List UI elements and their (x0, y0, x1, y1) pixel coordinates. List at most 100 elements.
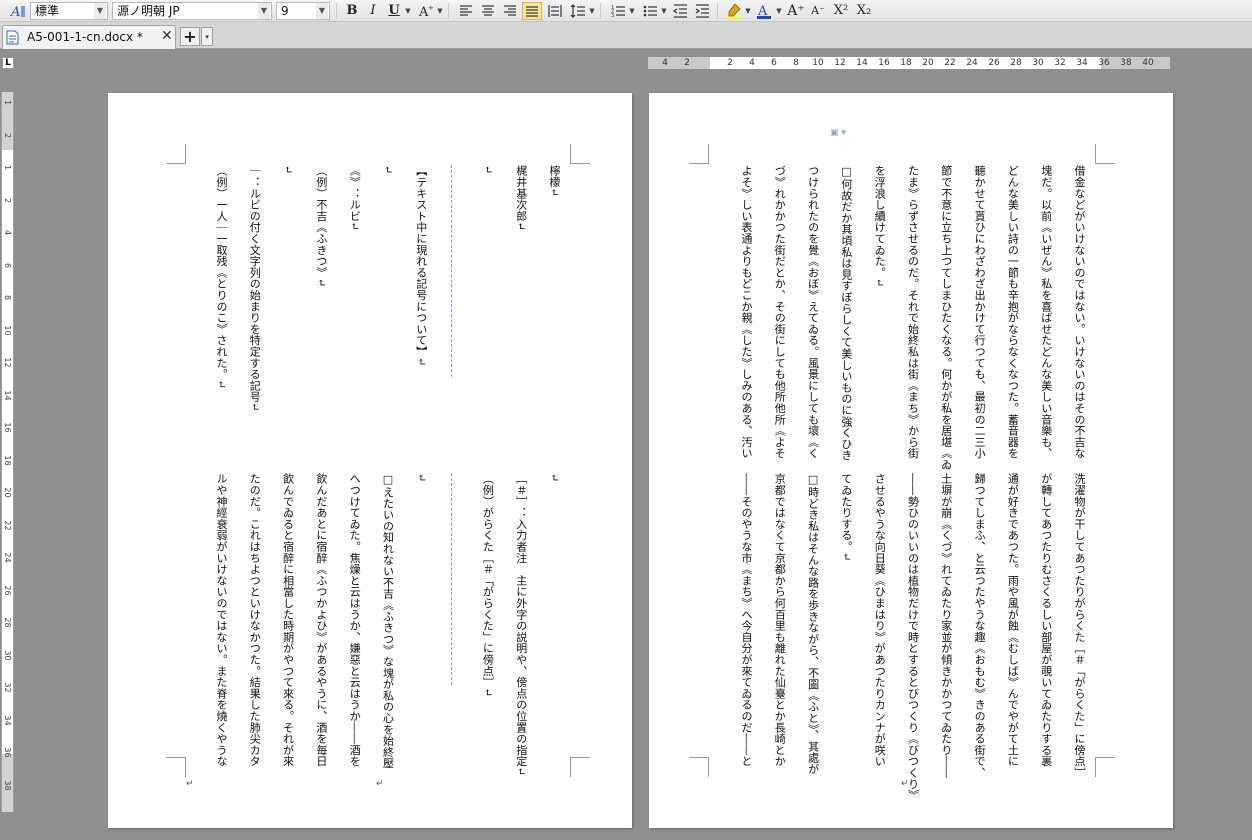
ruler-tick-label: 16 (878, 58, 890, 68)
document-tab-bar: A5-001-1-cn.docx * ✕ + ▾ (0, 22, 1252, 49)
text-column: □何故だか其頃私は見すぼらしくて美しいものに強くひき (839, 165, 853, 461)
text-column: （例）一人｜一取残《とりのこ》された。↵ (215, 165, 228, 390)
ruler-tick-label: 36 (1098, 58, 1110, 68)
text-column: ↵ (481, 165, 495, 175)
text-column: 洗濯物が干してあつたりがらくた［＃「がらくた」に傍点］ (1073, 473, 1086, 779)
bullet-list-icon[interactable] (640, 2, 660, 20)
ruler-tick-label: 22 (3, 519, 12, 531)
ruler-tick-label: 38 (3, 779, 12, 791)
align-center-icon[interactable] (478, 2, 498, 20)
text-column: 聽かせて貰ひにわざわざ出かけて行つても、最初の二三小 (973, 165, 987, 459)
paragraph-style-select[interactable]: 標準 ▼ (30, 2, 108, 20)
close-icon[interactable]: ✕ (161, 28, 173, 44)
shrink-font-button[interactable]: A⁻ (808, 2, 828, 20)
highlight-dropdown-arrow[interactable]: ▼ (744, 2, 752, 20)
text-column: ［＃］：入力者注 主に外字の説明や、傍点の位置の指定↵ (514, 473, 528, 777)
crop-mark (166, 757, 186, 777)
text-column: ｜：ルビの付く文字列の始まりを特定する記号↵ (248, 165, 262, 412)
ruler-tick-label: 2 (684, 58, 690, 68)
svg-text:+: + (428, 4, 434, 12)
text-column: を浮浪し續けてゐた。↵ (873, 165, 887, 288)
text-column: 通が好きであつた。雨や風が蝕《むしば》んでやがて土に (1006, 473, 1020, 767)
tab-menu-button[interactable]: ▾ (201, 27, 213, 46)
ruler-tick-label: 10 (3, 324, 12, 336)
horizontal-ruler[interactable]: 4 2 2 4 6 8 10 12 14 16 18 20 22 24 26 28 30 32 34 36 38 40 (648, 57, 1170, 69)
numbered-list-dropdown-arrow[interactable]: ▼ (628, 2, 636, 20)
vertical-ruler[interactable]: 1 2 1 2 4 6 8 10 12 14 16 18 20 22 24 26 28 30 32 34 36 38 (1, 92, 14, 812)
align-left-icon[interactable] (456, 2, 476, 20)
underline-button[interactable]: U (384, 2, 404, 20)
font-color-icon[interactable]: A (754, 2, 774, 20)
text-column: ↵ (414, 473, 428, 483)
italic-button[interactable]: I (363, 2, 383, 20)
text-column: 塊だ。以前《いぜん》私を喜ばせたどんな美しい音樂も、 (1039, 165, 1053, 459)
line-spacing-dropdown-arrow[interactable]: ▼ (588, 2, 596, 20)
ruler-tick-label: 32 (1054, 58, 1066, 68)
paragraph-mark: ↵ (186, 779, 194, 789)
ruler-tick-label: 20 (3, 487, 12, 498)
crop-mark (689, 144, 709, 164)
svg-text:A: A (10, 5, 20, 19)
chevron-down-icon[interactable]: ▼ (94, 3, 106, 19)
text-column: ↵ (548, 473, 561, 483)
toolbar-divider (600, 3, 601, 19)
ruler-tick-label: 10 (812, 58, 824, 68)
page-right[interactable]: ▣ ▾ ↵ 借金などがいけないのではない。いけないのはその不吉な 塊だ。以前《いぜ… (649, 93, 1173, 828)
underline-dropdown-arrow[interactable]: ▼ (404, 2, 412, 20)
ruler-tick-label: 30 (3, 649, 12, 661)
crop-mark (1095, 757, 1115, 777)
text-column: どんな美しい詩の一節も辛抱がならなくなつた。蓄音器を (1006, 165, 1020, 459)
text-column: ――そのやうな市《まち》へ今自分が來てゐるのだ――と (740, 473, 753, 767)
toolbar-divider (336, 3, 337, 19)
text-column: 節で不意に立ち上つてしまひたくなる。何かが私を居堪《ゐ (939, 165, 953, 471)
decrease-indent-icon[interactable] (670, 2, 690, 20)
highlighter-icon[interactable] (724, 2, 744, 20)
crop-mark (689, 757, 709, 777)
increase-indent-icon[interactable] (692, 2, 712, 20)
new-tab-button[interactable]: + (180, 27, 200, 46)
text-column: ルや神經衰弱がいけないのではない。また脊を燒くやうな (215, 473, 228, 767)
ruler-tick-label: 6 (771, 58, 777, 68)
text-column: てゐたりする。↵ (839, 473, 853, 562)
text-column: 《》：ルビ↵ (348, 165, 362, 232)
ruler-tick-label: 2 (3, 197, 12, 203)
ruler-tick-label: 12 (834, 58, 846, 68)
superscript-button[interactable]: X² (830, 2, 852, 20)
ruler-tick-label: 12 (3, 357, 12, 368)
paste-options-icon[interactable]: ▣ ▾ (830, 127, 852, 139)
align-right-icon[interactable] (500, 2, 520, 20)
paragraph-style-value: 標準 (35, 4, 60, 18)
font-color-dropdown-arrow[interactable]: ▼ (775, 2, 783, 20)
text-column: ――勢ひのいいのは植物だけで時とするとびつくり《びつくり》 (906, 473, 920, 801)
chevron-down-icon[interactable]: ▼ (316, 3, 328, 19)
svg-text:3: 3 (611, 13, 614, 19)
subscript-button[interactable]: X₂ (853, 2, 875, 20)
ruler-tick-label: 34 (1076, 58, 1088, 68)
justify-icon[interactable] (522, 2, 542, 20)
bold-button[interactable]: B (342, 2, 362, 20)
text-column: 【テキスト中に現れる記号について】↵ (414, 165, 428, 367)
font-size-select[interactable]: 9 ▼ (276, 2, 330, 20)
chevron-down-icon[interactable]: ▼ (258, 3, 270, 19)
page-left[interactable]: ↵ ↵ 檸檬↵ 梶井基次郎↵ ↵ 【テキスト中に現れる記号について】↵ ↵ 《》：ルビ↵ （… (108, 93, 632, 828)
text-column: 土塀が崩《くづ》れてゐたり家並が傾きかかつてゐたり―― (939, 473, 953, 779)
text-effects-dropdown-arrow[interactable]: ▼ (436, 2, 444, 20)
text-column: （例）がらくた［＃「がらくた」に傍点］↵ (481, 473, 495, 698)
crop-mark (570, 144, 590, 164)
font-name-select[interactable]: 源ノ明朝 JP ▼ (112, 2, 272, 20)
bullet-list-dropdown-arrow[interactable]: ▼ (660, 2, 668, 20)
text-effects-icon[interactable]: A + (416, 2, 436, 20)
text-column: つけられたのを覺《おぼ》えてゐる。風景にしても壞《く (806, 165, 820, 459)
styles-icon[interactable]: A (8, 2, 28, 20)
ruler-tick-label: 1 (3, 164, 12, 171)
ruler-tick-label: 30 (1032, 58, 1044, 68)
tab-stop-selector[interactable]: L (2, 57, 14, 69)
line-spacing-icon[interactable] (568, 2, 588, 20)
document-tab[interactable]: A5-001-1-cn.docx * ✕ (2, 25, 176, 49)
text-column: （例）不吉《ふきつ》↵ (314, 165, 328, 288)
grow-font-button[interactable]: A⁺ (786, 2, 806, 20)
distributed-align-icon[interactable] (545, 2, 565, 20)
ruler-tick-label: 26 (988, 58, 1000, 68)
ruler-tick-label: 16 (3, 422, 12, 433)
numbered-list-icon[interactable]: 123 (608, 2, 628, 20)
